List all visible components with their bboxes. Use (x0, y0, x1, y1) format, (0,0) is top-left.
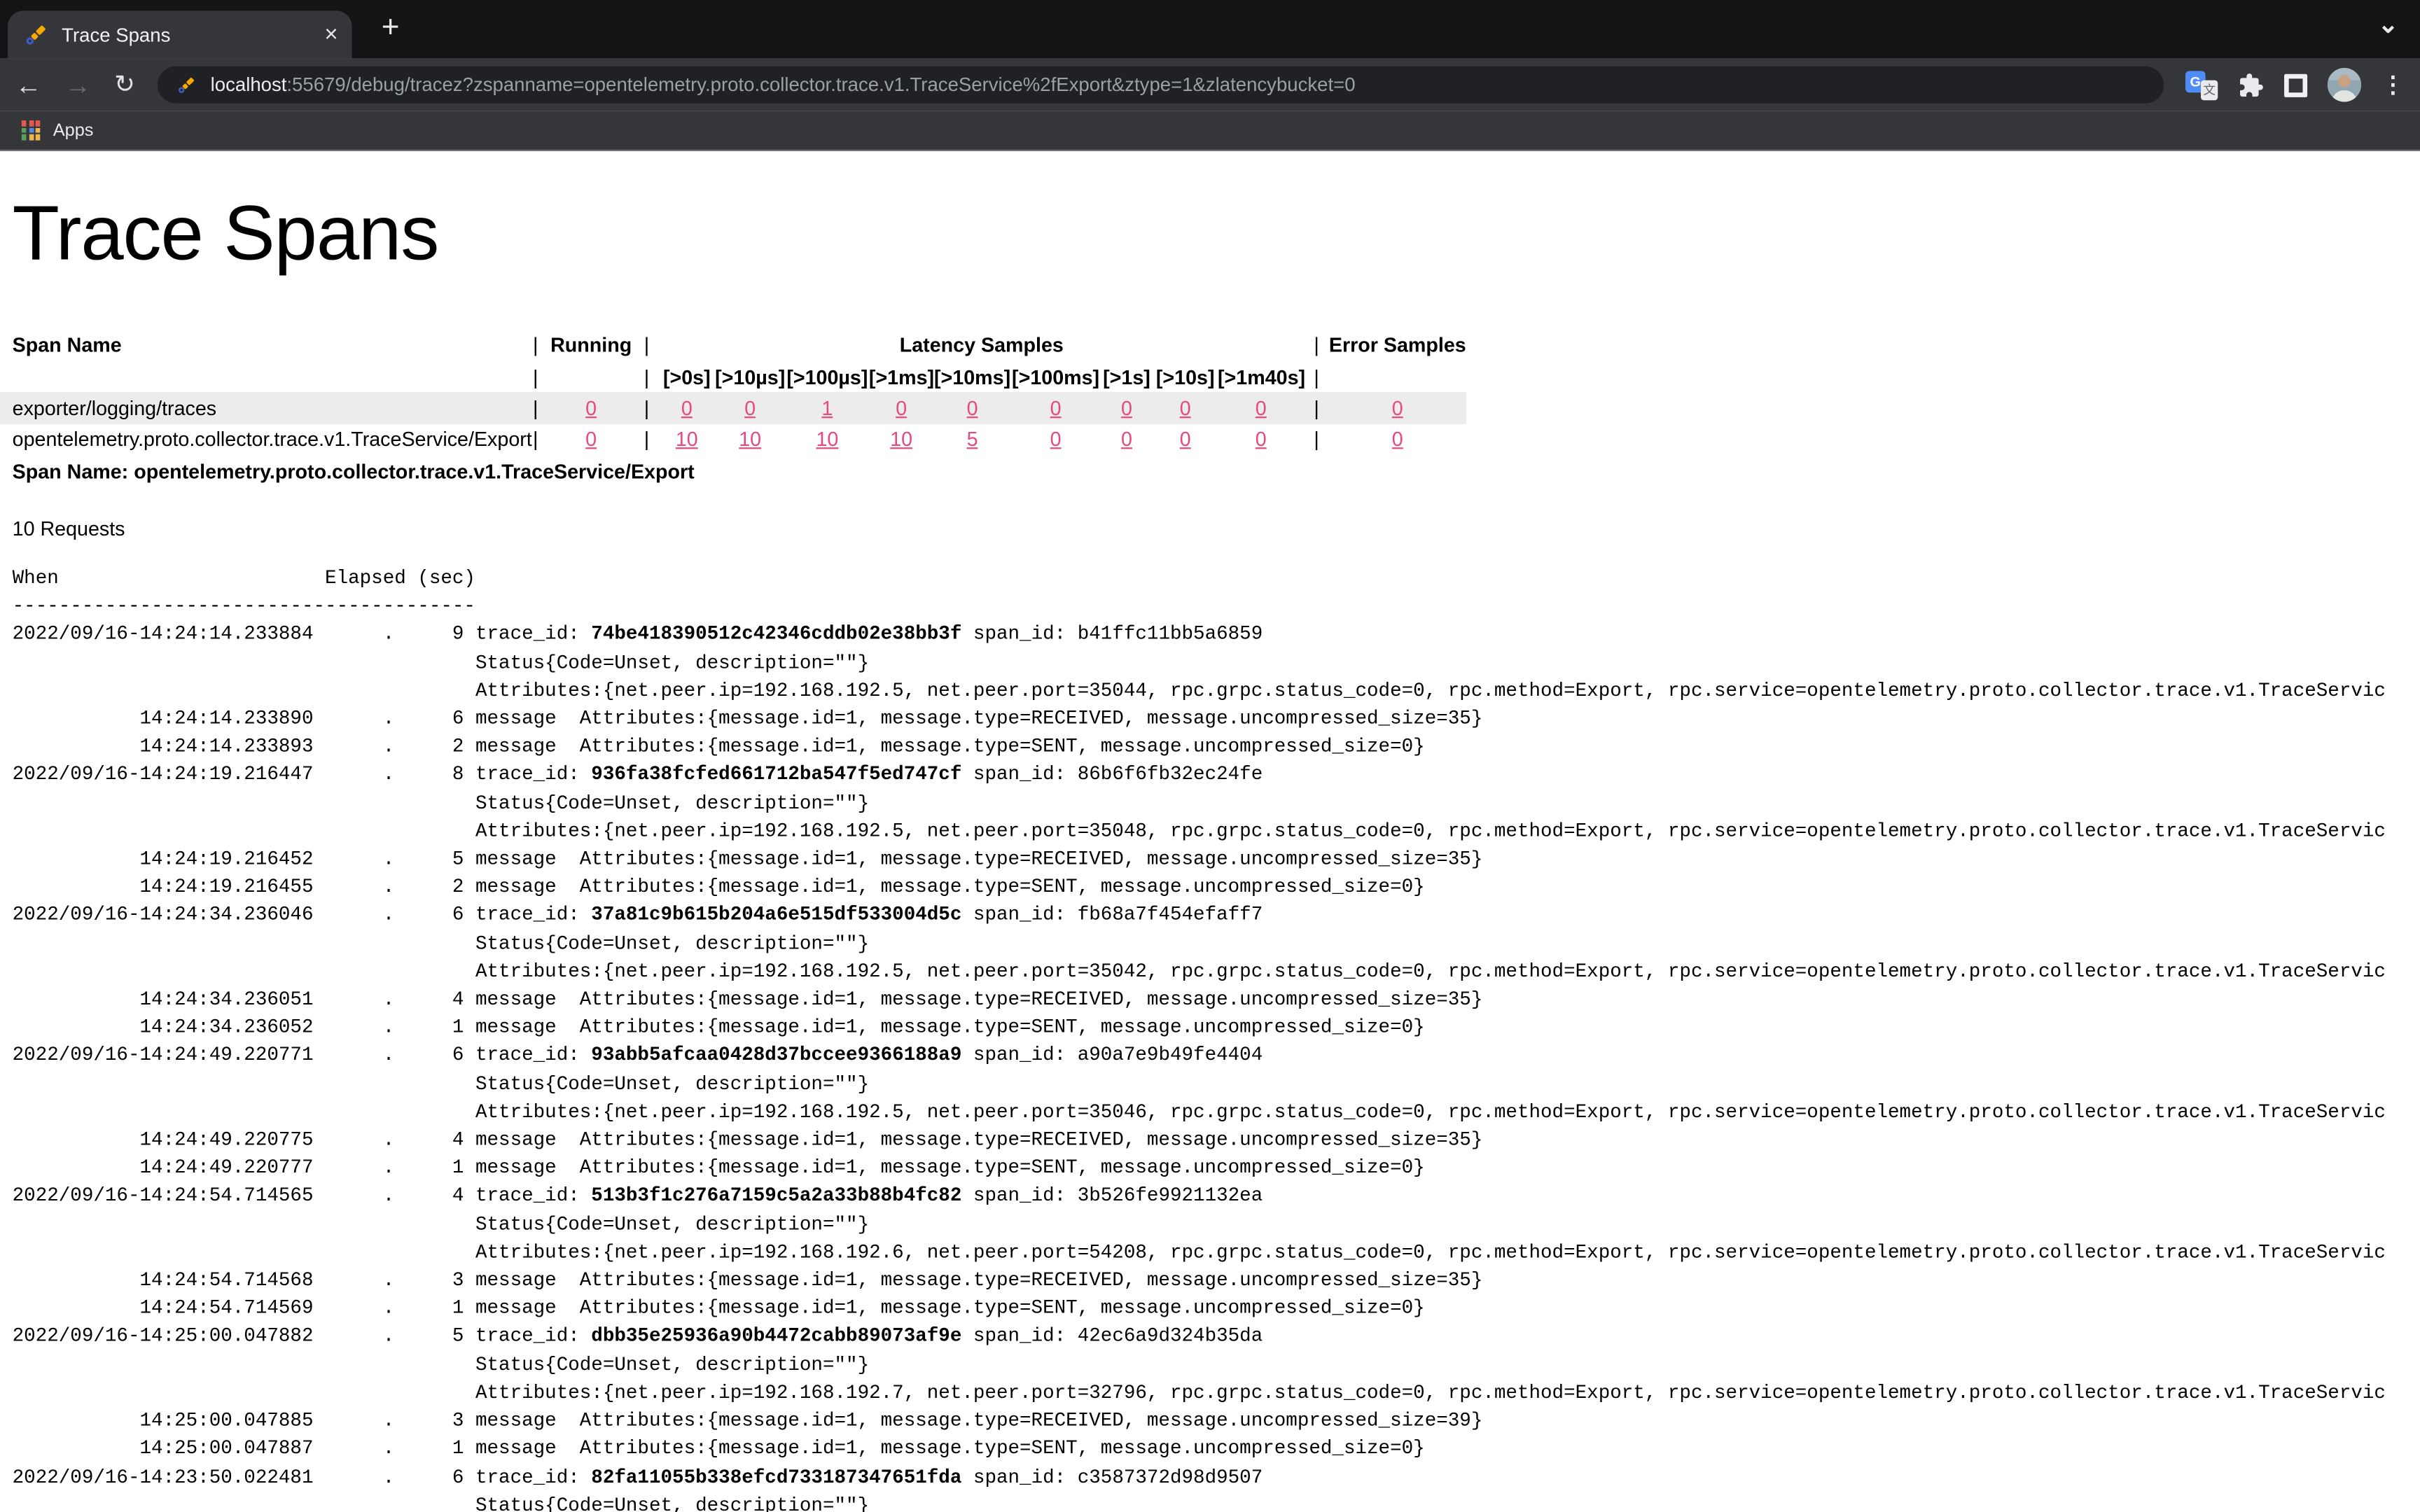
avatar[interactable] (2328, 68, 2361, 102)
span-name-cell: exporter/logging/traces (0, 396, 523, 419)
column-separator: | (523, 333, 548, 356)
latency-sample-link[interactable]: 0 (933, 396, 1010, 419)
forward-icon[interactable]: → (65, 71, 91, 97)
latency-sample-link[interactable]: 0 (1218, 428, 1304, 451)
bucket-label: [>10µs] (714, 365, 785, 388)
tab-strip: Trace Spans × + ⌄ (0, 0, 2420, 59)
latency-sample-link[interactable]: 10 (869, 428, 934, 451)
column-separator: | (634, 428, 659, 451)
url-text: localhost:55679/debug/tracez?zspanname=o… (211, 74, 1356, 96)
col-header-error-samples: Error Samples (1329, 333, 1466, 356)
latency-sample-link[interactable]: 0 (1101, 396, 1153, 419)
column-separator: | (1304, 396, 1328, 419)
browser-toolbar: ← → ↻ localhost:55679/debug/tracez?zspan… (0, 59, 2420, 111)
latency-sample-link[interactable]: 0 (1101, 428, 1153, 451)
error-sample-link[interactable]: 0 (1329, 428, 1466, 451)
bucket-label: [>100µs] (786, 365, 869, 388)
translate-icon[interactable]: G 文 (2185, 70, 2218, 99)
selected-span-heading: Span Name: opentelemetry.proto.collector… (13, 460, 695, 483)
span-name-cell: opentelemetry.proto.collector.trace.v1.T… (0, 428, 523, 451)
error-sample-link[interactable]: 0 (1329, 396, 1466, 419)
latency-bucket-header-row: | | [>0s] [>10µs] [>100µs] [>1ms] [>10ms… (0, 361, 1466, 392)
translate-zh-glyph: 文 (2201, 80, 2218, 100)
running-count-link[interactable]: 0 (548, 396, 634, 419)
col-header-latency-samples: Latency Samples (659, 333, 1304, 356)
tab-trace-spans[interactable]: Trace Spans × (8, 10, 352, 58)
column-separator: | (1304, 428, 1328, 451)
column-separator: | (634, 365, 659, 388)
col-header-span-name: Span Name (0, 333, 523, 356)
bucket-label: [>1ms] (869, 365, 934, 388)
tracez-page: Trace Spans Span Name | Running | Latenc… (0, 153, 2420, 1512)
column-separator: | (523, 428, 548, 451)
latency-sample-link[interactable]: 10 (659, 428, 714, 451)
latency-sample-link[interactable]: 0 (659, 396, 714, 419)
bucket-label: [>100ms] (1011, 365, 1101, 388)
new-tab-icon[interactable]: + (368, 5, 414, 51)
page-title: Trace Spans (13, 193, 439, 274)
latency-sample-link[interactable]: 0 (1218, 396, 1304, 419)
bucket-label: [>1m40s] (1218, 365, 1304, 388)
table-row: opentelemetry.proto.collector.trace.v1.T… (0, 424, 1466, 455)
latency-sample-link[interactable]: 5 (933, 428, 1010, 451)
extensions-puzzle-icon[interactable] (2238, 71, 2264, 97)
apps-grid-icon (22, 121, 41, 140)
latency-sample-link[interactable]: 10 (714, 428, 785, 451)
column-separator: | (1304, 333, 1328, 356)
latency-sample-link[interactable]: 1 (786, 396, 869, 419)
url-bar[interactable]: localhost:55679/debug/tracez?zspanname=o… (158, 66, 2164, 104)
tab-title: Trace Spans (62, 24, 324, 46)
url-path: :55679/debug/tracez?zspanname=openteleme… (286, 74, 1355, 96)
reload-icon[interactable]: ↻ (114, 71, 135, 97)
browser-window: Trace Spans × + ⌄ ← → ↻ localhost:55679/… (0, 0, 2420, 1512)
span-summary-table: Span Name | Running | Latency Samples | … (0, 328, 1466, 455)
kebab-menu-icon[interactable]: ⋮ (2381, 71, 2405, 99)
column-separator: | (1304, 365, 1328, 388)
opentelemetry-logo-icon (23, 22, 48, 47)
bookmarks-bar: Apps (0, 111, 2420, 151)
latency-sample-link[interactable]: 10 (786, 428, 869, 451)
latency-sample-link[interactable]: 0 (1153, 428, 1218, 451)
latency-sample-link[interactable]: 0 (1153, 396, 1218, 419)
opentelemetry-favicon-icon (176, 75, 197, 95)
latency-sample-link[interactable]: 0 (1011, 396, 1101, 419)
col-header-running: Running (548, 333, 634, 356)
column-separator: | (523, 365, 548, 388)
sidebar-square-icon[interactable] (2284, 74, 2307, 97)
column-separator: | (634, 333, 659, 356)
latency-sample-link[interactable]: 0 (714, 396, 785, 419)
url-host: localhost (211, 74, 287, 96)
running-count-link[interactable]: 0 (548, 428, 634, 451)
tab-search-chevron-icon[interactable]: ⌄ (2378, 9, 2399, 40)
table-row: exporter/logging/traces | 0 | 0 0 1 0 0 … (0, 392, 1466, 424)
close-icon[interactable]: × (324, 23, 338, 46)
column-separator: | (634, 396, 659, 419)
bucket-label: [>0s] (659, 365, 714, 388)
column-separator: | (523, 396, 548, 419)
bucket-label: [>10ms] (933, 365, 1010, 388)
request-listing: When Elapsed (sec) ---------------------… (13, 565, 2386, 1512)
latency-sample-link[interactable]: 0 (1011, 428, 1101, 451)
back-icon[interactable]: ← (15, 71, 41, 97)
bookmark-apps[interactable]: Apps (53, 121, 94, 139)
latency-sample-link[interactable]: 0 (869, 396, 934, 419)
bucket-label: [>10s] (1153, 365, 1218, 388)
request-count: 10 Requests (13, 517, 125, 540)
summary-header-row: Span Name | Running | Latency Samples | … (0, 328, 1466, 360)
bucket-label: [>1s] (1101, 365, 1153, 388)
